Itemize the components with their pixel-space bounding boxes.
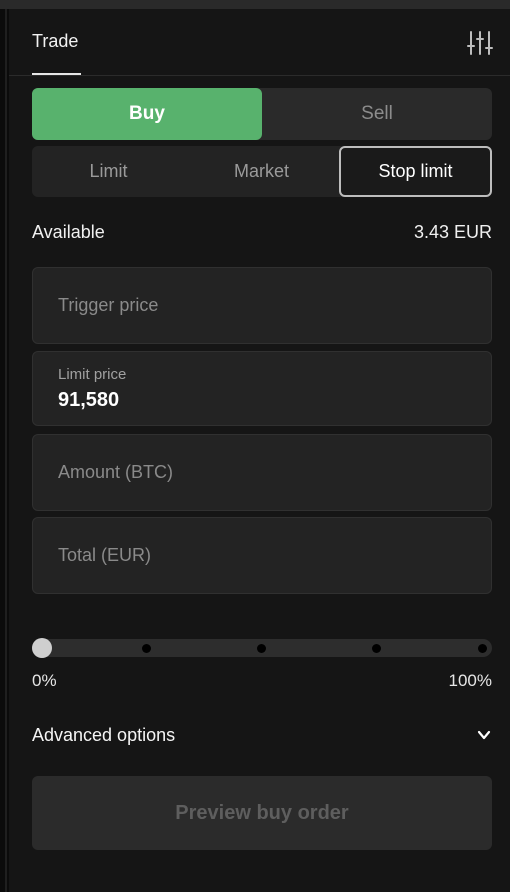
slider-min-label: 0% <box>32 671 57 690</box>
sliders-icon[interactable] <box>467 31 493 55</box>
total-placeholder: Total (EUR) <box>58 545 152 565</box>
slider-tick-25[interactable] <box>142 644 151 653</box>
slider-tick-100[interactable] <box>478 644 487 653</box>
slider-max-label: 100% <box>448 671 492 690</box>
amount-placeholder: Amount (BTC) <box>58 462 174 482</box>
slider-handle[interactable] <box>32 638 52 658</box>
advanced-options-label: Advanced options <box>32 725 176 745</box>
chevron-down-icon <box>477 730 491 740</box>
left-edge <box>0 9 7 892</box>
top-bar <box>0 0 510 9</box>
tab-trade[interactable]: Trade <box>32 31 78 52</box>
sell-button[interactable]: Sell <box>262 88 492 140</box>
trigger-price-placeholder: Trigger price <box>58 295 159 315</box>
amount-slider[interactable] <box>32 638 492 658</box>
buy-button[interactable]: Buy <box>32 88 262 140</box>
order-type-toggle: Limit Market Stop limit <box>32 146 492 197</box>
tab-market[interactable]: Market <box>185 146 338 197</box>
tab-active-underline <box>32 73 81 75</box>
tab-stop-limit[interactable]: Stop limit <box>339 146 492 197</box>
available-value: 3.43 EUR <box>413 222 492 242</box>
preview-buy-order-button[interactable]: Preview buy order <box>32 776 492 850</box>
side-toggle: Buy Sell <box>32 88 492 140</box>
trigger-price-field[interactable]: Trigger price <box>32 267 492 344</box>
panel-header: Trade <box>9 9 510 76</box>
limit-price-value: 91,580 <box>58 389 120 411</box>
trade-panel: Trade Buy Sell Limit Market Stop limit A… <box>9 9 510 892</box>
available-label: Available <box>32 222 105 242</box>
tab-limit[interactable]: Limit <box>32 146 185 197</box>
slider-tick-75[interactable] <box>372 644 381 653</box>
limit-price-label: Limit price <box>58 366 127 383</box>
limit-price-field[interactable]: Limit price 91,580 <box>32 351 492 426</box>
amount-field[interactable]: Amount (BTC) <box>32 434 492 511</box>
slider-tick-50[interactable] <box>257 644 266 653</box>
advanced-options-toggle[interactable]: Advanced options <box>32 723 492 749</box>
total-field[interactable]: Total (EUR) <box>32 517 492 594</box>
